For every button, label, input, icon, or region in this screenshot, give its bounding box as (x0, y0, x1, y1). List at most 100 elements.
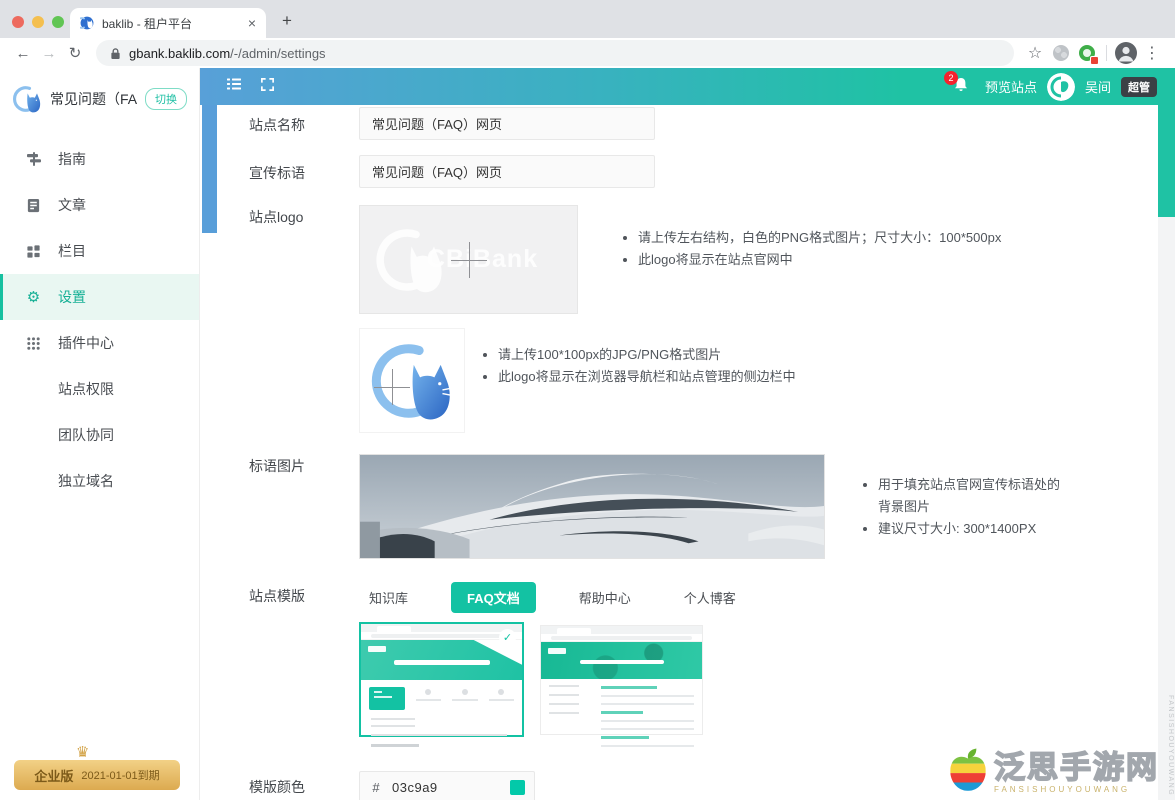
template-thumbnail-alt[interactable] (540, 625, 703, 735)
slogan-input[interactable] (359, 155, 655, 188)
sidebar-nav: 指南 文章 栏目 ⚙ 设置 (0, 136, 199, 504)
sidebar-item-team-collaboration[interactable]: 团队协同 (0, 412, 199, 458)
switch-workspace-button[interactable]: 切换 (145, 88, 187, 110)
color-swatch[interactable] (510, 780, 525, 795)
crown-icon: ♛ (76, 743, 89, 761)
thumb-cards (361, 680, 522, 710)
window-zoom-button[interactable] (52, 16, 64, 28)
omnibox[interactable]: gbank.baklib.com/-/admin/settings (96, 40, 1014, 66)
sidebar-item-label: 文章 (58, 195, 86, 215)
sidebar-item-label: 栏目 (58, 241, 86, 261)
reload-icon[interactable]: ↻ (62, 44, 88, 62)
left-scrollbar-thumb[interactable] (202, 105, 217, 233)
sidebar: 常见问题（FA... 切换 指南 文章 (0, 68, 200, 800)
browser-window: baklib - 租户平台 × + ← → ↻ gbank.baklib.com… (0, 0, 1175, 800)
bookmark-star-icon[interactable]: ☆ (1022, 43, 1048, 63)
banner-row: 标语图片 (249, 454, 1158, 559)
tab-close-icon[interactable]: × (248, 16, 256, 30)
plan-badge[interactable]: 企业版 2021-01-01到期 (14, 760, 180, 790)
url-text: gbank.baklib.com/-/admin/settings (129, 46, 326, 61)
main-scrollbar-thumb[interactable] (1158, 105, 1175, 217)
preview-site-link[interactable]: 预览站点 (985, 77, 1037, 96)
window-minimize-button[interactable] (32, 16, 44, 28)
template-tab-knowledge-base[interactable]: 知识库 (359, 582, 418, 613)
topbar-left-icons (226, 76, 275, 97)
template-tabs: 知识库 FAQ文档 帮助中心 个人博客 (359, 580, 779, 613)
sidebar-item-label: 设置 (58, 287, 86, 307)
sidebar-item-columns[interactable]: 栏目 (0, 228, 199, 274)
apps-dots-icon (25, 335, 42, 352)
template-label: 站点模版 (249, 580, 359, 613)
sidebar-item-articles[interactable]: 文章 (0, 182, 199, 228)
new-tab-button[interactable]: + (282, 11, 292, 31)
sidebar-item-label: 团队协同 (58, 425, 114, 445)
site-name-input[interactable] (359, 107, 655, 140)
site-logo-upload-box[interactable]: CBiBank (359, 205, 578, 314)
watermark-title: 泛思手游网 (994, 752, 1159, 783)
role-badge: 超管 (1121, 77, 1157, 97)
traffic-lights (12, 16, 64, 28)
tip-line: 请上传左右结构，白色的PNG格式图片；尺寸大小：100*500px (638, 227, 1001, 249)
plan-expiry: 2021-01-01到期 (81, 767, 159, 783)
banner-image[interactable] (359, 454, 825, 559)
site-logo-label: 站点logo (249, 205, 359, 314)
thumb-url-bar (541, 634, 702, 642)
upload-crosshair-icon (374, 369, 410, 405)
tip-line: 此logo将显示在浏览器导航栏和站点管理的侧边栏中 (498, 366, 796, 388)
browser-tab[interactable]: baklib - 租户平台 × (70, 8, 266, 38)
fullscreen-icon[interactable] (260, 77, 275, 97)
plan-name: 企业版 (34, 766, 73, 785)
tip-line: 用于填充站点官网宣传标语处的背景图片 (878, 474, 1062, 518)
extension-badge (1090, 56, 1099, 65)
thumb-body (541, 679, 702, 753)
empty-icon-spacer (25, 427, 42, 444)
template-thumbnails: ✓ (359, 622, 703, 737)
plan-area: ♛ 企业版 2021-01-01到期 (14, 760, 180, 790)
sidebar-item-site-permissions[interactable]: 站点权限 (0, 366, 199, 412)
tab-favicon-cat-icon (80, 16, 94, 30)
notification-badge: 2 (944, 71, 958, 85)
template-tab-personal-blog[interactable]: 个人博客 (674, 582, 746, 613)
grid-blocks-icon (25, 243, 42, 260)
profile-avatar-icon[interactable] (1113, 42, 1139, 64)
user-avatar[interactable] (1047, 73, 1075, 101)
back-icon[interactable]: ← (10, 45, 36, 62)
browser-menu-icon[interactable]: ⋮ (1139, 43, 1165, 63)
template-color-input[interactable] (392, 780, 510, 795)
favicon-upload-box[interactable] (359, 328, 465, 433)
topbar-right: 2 预览站点 吴间 超管 (953, 73, 1157, 101)
sidebar-item-guide[interactable]: 指南 (0, 136, 199, 182)
template-tab-help-center[interactable]: 帮助中心 (569, 582, 641, 613)
tip-line: 此logo将显示在站点官网中 (638, 249, 1001, 271)
sidebar-header: 常见问题（FA... 切换 (0, 68, 199, 122)
upload-crosshair-icon (451, 242, 487, 278)
watermark-subtitle: FANSISHOUYOUWANG (994, 785, 1130, 794)
template-color-label: 模版颜色 (249, 771, 359, 800)
sidebar-item-plugins[interactable]: 插件中心 (0, 320, 199, 366)
extension-green-icon[interactable] (1074, 45, 1100, 61)
watermark-text: 泛思手游网 FANSISHOUYOUWANG (994, 752, 1159, 794)
thumb-hero (541, 642, 702, 679)
template-row: 站点模版 知识库 FAQ文档 帮助中心 个人博客 (249, 580, 1158, 613)
sidebar-item-custom-domain[interactable]: 独立域名 (0, 458, 199, 504)
document-icon (25, 197, 42, 214)
template-color-field: # (359, 771, 535, 800)
watermark: 泛思手游网 FANSISHOUYOUWANG (947, 748, 1159, 794)
username[interactable]: 吴间 (1085, 77, 1111, 96)
admin-app: 常见问题（FA... 切换 指南 文章 (0, 68, 1175, 800)
window-close-button[interactable] (12, 16, 24, 28)
notification-bell-icon[interactable]: 2 (953, 77, 969, 96)
template-tab-faq[interactable]: FAQ文档 (451, 582, 536, 613)
template-thumbnail-faq-selected[interactable]: ✓ (359, 622, 524, 737)
guidepost-icon (25, 151, 42, 168)
slogan-label: 宣传标语 (249, 155, 359, 188)
list-view-icon[interactable] (226, 76, 242, 97)
sidebar-item-label: 指南 (58, 149, 86, 169)
sidebar-item-settings[interactable]: ⚙ 设置 (0, 274, 199, 320)
workspace-title: 常见问题（FA... (50, 89, 137, 109)
tip-line: 请上传100*100px的JPG/PNG格式图片 (498, 344, 796, 366)
forward-icon[interactable]: → (36, 45, 62, 62)
extension-globe-icon[interactable] (1048, 45, 1074, 61)
empty-icon-spacer (25, 473, 42, 490)
url-host: gbank.baklib.com (129, 46, 230, 61)
